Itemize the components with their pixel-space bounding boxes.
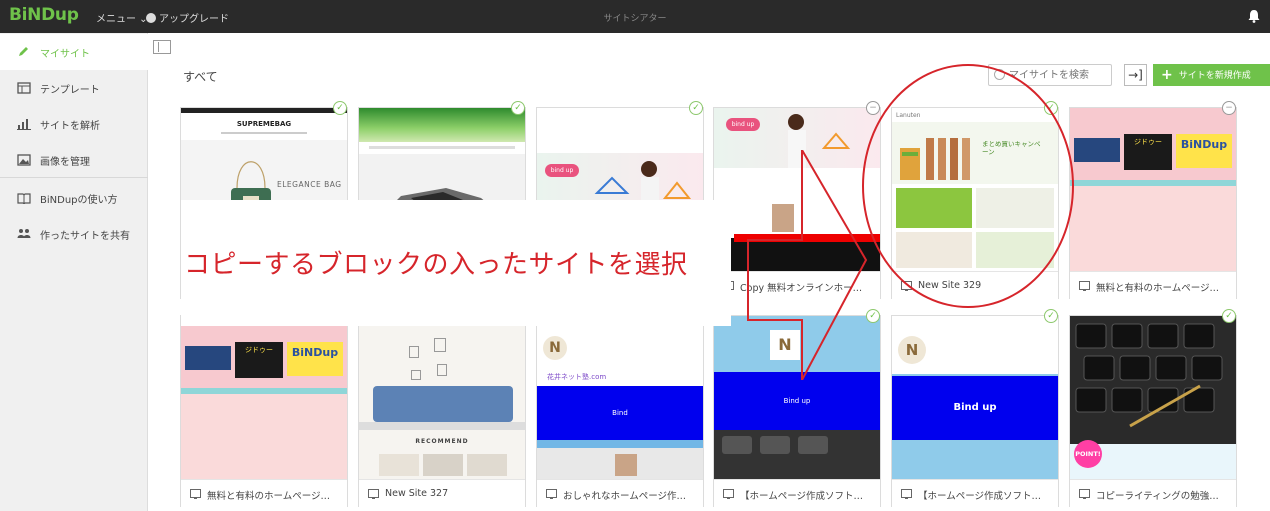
sidebar-item-label: テンプレート — [40, 85, 100, 96]
check-icon[interactable]: ✓ — [1222, 309, 1236, 323]
card-caption: 無料と有料のホームページ… — [1070, 271, 1236, 299]
site-icon — [1079, 489, 1090, 499]
check-icon[interactable]: ✓ — [689, 101, 703, 115]
sidebar-item-images[interactable]: 画像を管理 — [0, 142, 148, 178]
sidebar-item-label: BiNDupの使い方 — [40, 195, 118, 206]
template-icon — [17, 82, 31, 94]
annotation-arrow-icon — [747, 150, 868, 380]
card-title: 無料と有料のホームページ… — [1096, 283, 1220, 294]
site-icon — [723, 489, 734, 499]
card-title: 【ホームページ作成ソフト… — [918, 491, 1042, 502]
site-icon — [901, 489, 912, 499]
card-caption: 【ホームページ作成ソフト… — [714, 479, 880, 507]
book-icon — [17, 193, 31, 204]
card-caption: 【ホームページ作成ソフト… — [892, 479, 1058, 507]
card-title: 【ホームページ作成ソフト… — [740, 491, 864, 502]
site-card[interactable]: RECOMMEND New Site 327 — [358, 315, 526, 507]
highlight-ellipse — [862, 64, 1074, 308]
bell-icon[interactable] — [1248, 9, 1260, 23]
check-icon[interactable]: ✓ — [1044, 309, 1058, 323]
site-icon — [546, 489, 557, 499]
site-thumbnail: ジドゥー BiNDup — [1070, 108, 1236, 271]
site-icon — [368, 489, 379, 499]
search-input[interactable] — [1009, 68, 1109, 82]
section-title: すべて — [183, 70, 218, 84]
site-thumbnail: N 花井ネット塾.com Bind — [537, 316, 703, 479]
pencil-icon — [19, 47, 28, 56]
card-caption: 無料と有料のホームページ… — [181, 479, 347, 507]
card-title: 無料と有料のホームページ… — [207, 491, 331, 502]
site-card[interactable]: N Bind up 【ホームページ作成ソフト… — [891, 315, 1059, 507]
annotation-text: コピーするブロックの入ったサイトを選択 — [184, 250, 688, 280]
chart-icon — [17, 119, 31, 130]
import-button[interactable]: →] — [1124, 64, 1147, 86]
users-icon — [17, 229, 31, 238]
site-card[interactable]: ジドゥー BiNDup 無料と有料のホームページ… — [180, 315, 348, 507]
sidebar-item-my-sites[interactable]: マイサイト — [0, 34, 148, 70]
card-caption: New Site 327 — [359, 479, 525, 507]
sidebar-item-label: 作ったサイトを共有 — [40, 231, 130, 242]
check-icon[interactable]: ✓ — [333, 101, 347, 115]
sidebar-item-templates[interactable]: テンプレート — [0, 70, 148, 106]
site-thumbnail: ジドゥー BiNDup — [181, 316, 347, 479]
sidebar-item-guide[interactable]: BiNDupの使い方 — [0, 180, 148, 216]
site-thumbnail: POINT! — [1070, 316, 1236, 479]
site-card[interactable]: N 花井ネット塾.com Bind おしゃれなホームページ作… — [536, 315, 704, 507]
sidebar-item-analytics[interactable]: サイトを解析 — [0, 106, 148, 142]
sidebar-divider — [0, 177, 148, 178]
sidebar-item-share[interactable]: 作ったサイトを共有 — [0, 216, 148, 252]
check-icon[interactable]: ✓ — [511, 101, 525, 115]
sidebar-toggle-icon[interactable] — [153, 40, 171, 54]
sidebar-item-label: マイサイト — [40, 49, 90, 60]
site-icon — [1079, 281, 1090, 291]
site-card[interactable]: ジドゥー BiNDup 無料と有料のホームページ… — [1069, 107, 1237, 299]
minus-icon[interactable]: − — [1222, 101, 1236, 115]
sidebar: マイサイト テンプレート サイトを解析 画像を管理 BiNDupの使い方 作った… — [0, 33, 148, 511]
card-title: おしゃれなホームページ作… — [563, 491, 687, 502]
card-title: コピーライティングの勉強… — [1096, 491, 1219, 502]
minus-icon[interactable]: − — [866, 101, 880, 115]
image-icon — [17, 154, 31, 166]
site-icon — [190, 489, 201, 499]
plus-icon: + — [1161, 67, 1173, 83]
sidebar-item-label: サイトを解析 — [40, 121, 100, 132]
sidebar-item-label: 画像を管理 — [40, 157, 90, 168]
card-caption: おしゃれなホームページ作… — [537, 479, 703, 507]
card-caption: コピーライティングの勉強… — [1070, 479, 1236, 507]
site-thumbnail: N Bind up — [892, 316, 1058, 479]
site-thumbnail: RECOMMEND — [359, 316, 525, 479]
window-title: サイトシアター — [603, 14, 667, 24]
card-title: New Site 327 — [385, 488, 449, 499]
new-site-button[interactable]: + サイトを新規作成 — [1153, 64, 1270, 86]
site-card[interactable]: POINT! コピーライティングの勉強… — [1069, 315, 1237, 507]
